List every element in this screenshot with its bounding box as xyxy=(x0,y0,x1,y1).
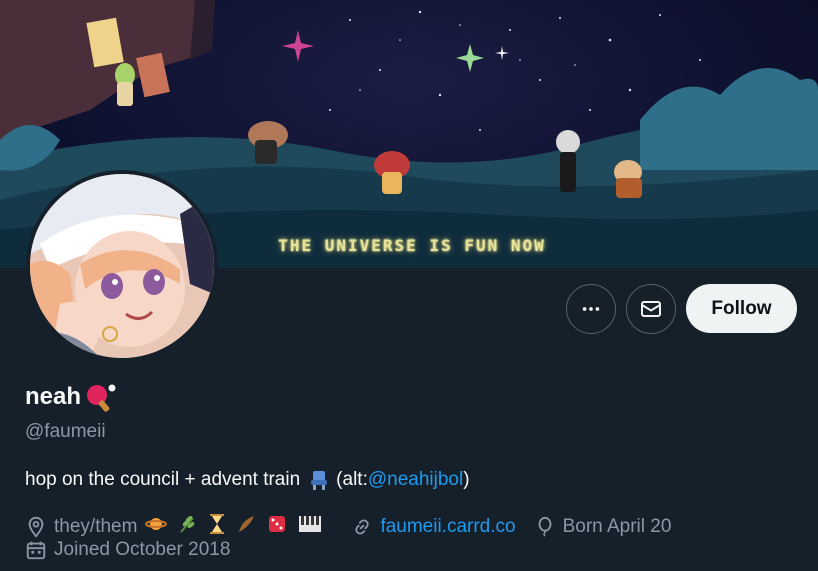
envelope-icon xyxy=(641,301,661,317)
website-item[interactable]: faumeii.carrd.co xyxy=(351,516,516,538)
display-name: neah xyxy=(25,383,82,410)
hourglass-emoji xyxy=(209,513,232,541)
joined-item: Joined October 2018 xyxy=(25,539,230,561)
ellipsis-icon xyxy=(582,307,600,311)
piano-emoji xyxy=(298,514,329,540)
bio: hop on the council + advent train (alt: … xyxy=(25,469,470,491)
profile-name-row: neah xyxy=(25,382,117,412)
herb-emoji xyxy=(178,514,205,540)
pronouns: they/them xyxy=(54,516,138,537)
ping-pong-paddle-emoji xyxy=(87,384,116,412)
avatar[interactable] xyxy=(26,170,218,362)
more-button[interactable] xyxy=(566,284,616,334)
bio-alt-link[interactable]: @neahijbol xyxy=(368,469,463,491)
seat-emoji xyxy=(311,471,328,490)
pronouns-item: they/them xyxy=(25,513,333,541)
bio-alt-prefix: (alt: xyxy=(336,469,368,490)
message-button[interactable] xyxy=(626,284,676,334)
profile-meta-row-2: Joined October 2018 xyxy=(25,539,248,561)
joined-date: Joined October 2018 xyxy=(54,539,231,560)
bio-alt-suffix: ) xyxy=(463,469,470,490)
birthday: Born April 20 xyxy=(562,516,672,537)
profile-meta-row: they/them faumeii.carrd.co Born April 20 xyxy=(25,513,689,541)
follow-button[interactable]: Follow xyxy=(686,284,797,333)
handle: @faumeii xyxy=(25,421,106,442)
balloon-icon xyxy=(538,516,552,537)
website-link[interactable]: faumeii.carrd.co xyxy=(380,516,515,538)
birthday-item: Born April 20 xyxy=(534,516,672,538)
feather-emoji xyxy=(236,514,263,540)
location-pin-icon xyxy=(28,516,44,538)
planet-emoji xyxy=(145,514,174,540)
avatar-image xyxy=(30,174,214,358)
dice-emoji xyxy=(267,514,294,540)
bio-text: hop on the council + advent train xyxy=(25,469,301,490)
calendar-icon xyxy=(26,541,46,560)
pronoun-emojis xyxy=(145,513,333,541)
link-icon xyxy=(355,519,370,535)
